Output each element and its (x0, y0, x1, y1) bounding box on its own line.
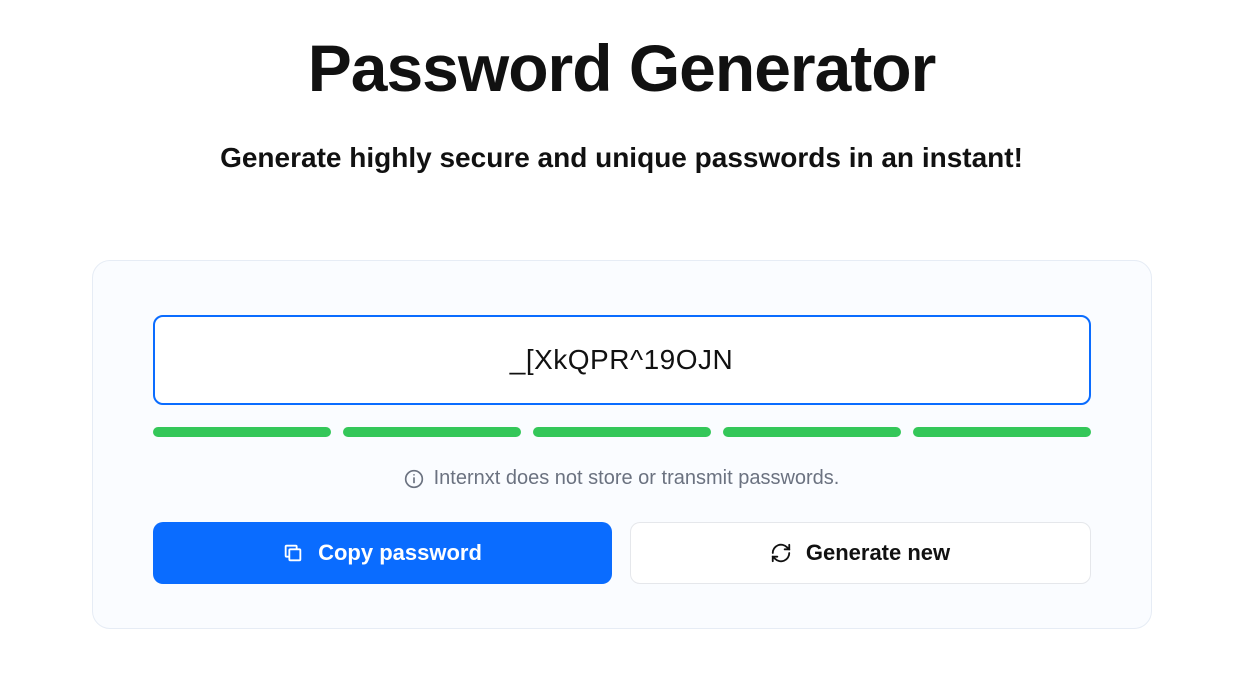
strength-meter (153, 427, 1091, 437)
copy-password-label: Copy password (318, 540, 482, 566)
copy-icon (282, 542, 304, 564)
security-note: Internxt does not store or transmit pass… (153, 467, 1091, 490)
button-row: Copy password Generate new (153, 522, 1091, 584)
password-value: _[XkQPR^19OJN (510, 344, 734, 376)
security-note-text: Internxt does not store or transmit pass… (434, 467, 840, 490)
page-title: Password Generator (0, 30, 1243, 106)
strength-segment (723, 427, 901, 437)
generate-new-label: Generate new (806, 540, 950, 566)
page-subtitle: Generate highly secure and unique passwo… (0, 142, 1243, 174)
strength-segment (153, 427, 331, 437)
strength-segment (913, 427, 1091, 437)
generator-card: _[XkQPR^19OJN Internxt does not store or… (92, 260, 1152, 629)
strength-segment (343, 427, 521, 437)
refresh-icon (770, 542, 792, 564)
strength-segment (533, 427, 711, 437)
info-icon (404, 469, 424, 489)
password-output[interactable]: _[XkQPR^19OJN (153, 315, 1091, 405)
copy-password-button[interactable]: Copy password (153, 522, 612, 584)
generate-new-button[interactable]: Generate new (630, 522, 1091, 584)
